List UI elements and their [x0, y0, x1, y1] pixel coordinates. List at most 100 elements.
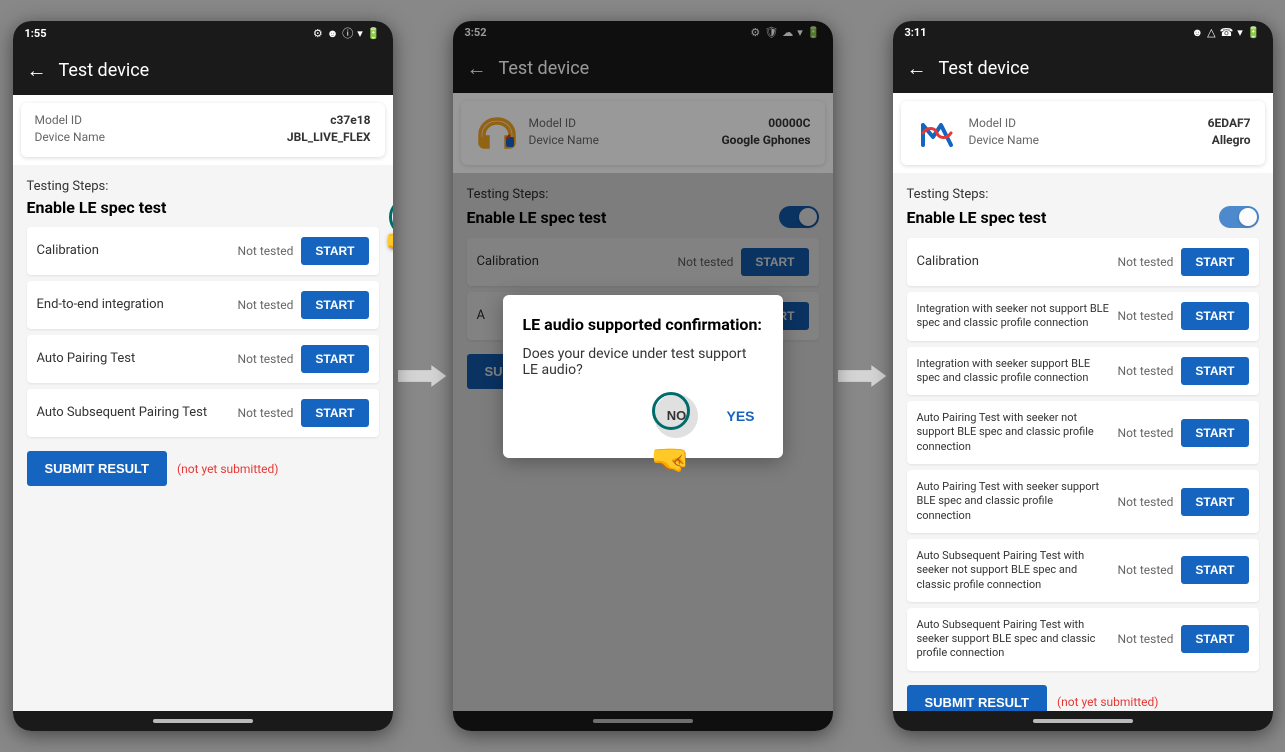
- app-bar-3: ← Test device: [893, 43, 1273, 93]
- time-1: 1:55: [25, 27, 47, 40]
- app-bar-1: ← Test device: [13, 45, 393, 95]
- settings-icon: ⚙: [313, 27, 323, 40]
- back-button-3[interactable]: ←: [907, 56, 927, 81]
- test-status-auto-pair-seeker-3: Not tested: [1118, 495, 1174, 509]
- status-icons-1: ⚙ ☻ ⓘ ▾ 🔋: [313, 25, 381, 41]
- start-button-sub-pair-seeker-3[interactable]: START: [1181, 625, 1248, 653]
- start-button-auto-pair-seeker-3[interactable]: START: [1181, 488, 1248, 516]
- battery-icon-3: 🔋: [1247, 26, 1261, 39]
- not-submitted-3: (not yet submitted): [1057, 695, 1159, 709]
- back-button-1[interactable]: ←: [27, 58, 47, 83]
- no-button-2[interactable]: NO: [654, 394, 698, 438]
- test-status-subsequent-1: Not tested: [238, 406, 294, 420]
- testing-steps-label-1: Testing Steps:: [27, 179, 379, 194]
- status-icons-3: ☻ △ ☎ ▾ 🔋: [1192, 26, 1261, 39]
- test-label-auto-pair-no-seeker-3: Auto Pairing Test with seeker not suppor…: [917, 411, 1110, 454]
- status-bar-3: 3:11 ☻ △ ☎ ▾ 🔋: [893, 21, 1273, 43]
- model-id-label-1: Model ID: [35, 113, 82, 127]
- info-icon: ⓘ: [342, 25, 353, 41]
- model-id-value-1: c37e18: [330, 113, 370, 127]
- model-id-row-3: Model ID 6EDAF7: [969, 116, 1251, 130]
- dialog-body-2: Does your device under test support LE a…: [523, 346, 763, 378]
- start-button-calibration-3[interactable]: START: [1181, 248, 1248, 276]
- device-card-3: Model ID 6EDAF7 Device Name Allegro: [901, 101, 1265, 165]
- yes-button-2[interactable]: YES: [718, 394, 762, 438]
- status-bar-1: 1:55 ⚙ ☻ ⓘ ▾ 🔋: [13, 21, 393, 45]
- model-id-row-1: Model ID c37e18: [35, 113, 371, 127]
- enable-le-title-3: Enable LE spec test: [907, 208, 1047, 227]
- dialog-overlay-2: LE audio supported confirmation: Does yo…: [453, 21, 833, 731]
- test-status-pairing-1: Not tested: [238, 352, 294, 366]
- dialog-title-2: LE audio supported confirmation:: [523, 315, 763, 334]
- wifi-icon-3: ▾: [1237, 26, 1243, 39]
- home-bar-line-3: [1033, 719, 1133, 723]
- warning-icon-3: △: [1207, 26, 1215, 39]
- enable-le-title-1: Enable LE spec test: [27, 198, 167, 217]
- testing-steps-label-3: Testing Steps:: [907, 187, 1259, 202]
- arrow-svg-1: [398, 361, 448, 391]
- test-row-int-seeker-3: Integration with seeker support BLE spec…: [907, 347, 1259, 396]
- screen-content-1: Testing Steps: Enable LE spec test Calib…: [13, 165, 393, 711]
- dialog-box-2: LE audio supported confirmation: Does yo…: [503, 295, 783, 458]
- start-button-subsequent-1[interactable]: START: [301, 399, 368, 427]
- device-card-1: Model ID c37e18 Device Name JBL_LIVE_FLE…: [21, 103, 385, 157]
- screen-content-3: Testing Steps: Enable LE spec test Calib…: [893, 173, 1273, 711]
- face-icon-3: ☻: [1192, 26, 1204, 39]
- device-name-label-1: Device Name: [35, 130, 106, 144]
- wifi-icon: ▾: [357, 27, 363, 40]
- touch-hand-1: 🤜: [385, 225, 393, 263]
- home-bar-line-1: [153, 719, 253, 723]
- test-row-e2e-1: End-to-end integration Not tested START: [27, 281, 379, 329]
- test-label-subsequent-1: Auto Subsequent Pairing Test: [37, 405, 230, 422]
- touch-ring-1: [389, 197, 393, 237]
- test-label-auto-pair-seeker-3: Auto Pairing Test with seeker support BL…: [917, 480, 1110, 523]
- test-status-auto-pair-no-seeker-3: Not tested: [1118, 426, 1174, 440]
- dialog-buttons-2: NO 🤜 YES: [523, 394, 763, 438]
- start-button-int-no-seeker-3[interactable]: START: [1181, 302, 1248, 330]
- test-row-sub-pair-no-seeker-3: Auto Subsequent Pairing Test with seeker…: [907, 539, 1259, 602]
- test-row-pairing-1: Auto Pairing Test Not tested START: [27, 335, 379, 383]
- model-id-label-3: Model ID: [969, 116, 1016, 130]
- start-button-calibration-1[interactable]: START: [301, 237, 368, 265]
- start-button-auto-pair-no-seeker-3[interactable]: START: [1181, 419, 1248, 447]
- test-row-calibration-1: Calibration Not tested START 🤜: [27, 227, 379, 275]
- home-bar-1: [13, 711, 393, 731]
- submit-row-3: SUBMIT RESULT (not yet submitted): [907, 685, 1259, 711]
- screens-container: 1:55 ⚙ ☻ ⓘ ▾ 🔋 ← Test device Model ID c3…: [0, 0, 1285, 752]
- submit-button-3[interactable]: SUBMIT RESULT: [907, 685, 1047, 711]
- submit-button-1[interactable]: SUBMIT RESULT: [27, 451, 167, 486]
- home-bar-3: [893, 711, 1273, 731]
- phone-screen-2: 3:52 ⚙ 🛡 ☁ ▾ 🔋 ← Test device: [453, 21, 833, 731]
- device-info-3: Model ID 6EDAF7 Device Name Allegro: [969, 116, 1251, 150]
- phone-screen-3: 3:11 ☻ △ ☎ ▾ 🔋 ← Test device: [893, 21, 1273, 731]
- enable-le-row-1: Enable LE spec test: [27, 198, 379, 217]
- test-row-sub-pair-seeker-3: Auto Subsequent Pairing Test with seeker…: [907, 608, 1259, 671]
- touch-hand-2: 🤜: [650, 440, 690, 478]
- enable-le-toggle-3[interactable]: [1219, 206, 1259, 228]
- test-label-sub-pair-seeker-3: Auto Subsequent Pairing Test with seeker…: [917, 618, 1110, 661]
- test-label-sub-pair-no-seeker-3: Auto Subsequent Pairing Test with seeker…: [917, 549, 1110, 592]
- test-status-sub-pair-no-seeker-3: Not tested: [1118, 563, 1174, 577]
- test-status-calibration-3: Not tested: [1118, 255, 1174, 269]
- test-label-int-seeker-3: Integration with seeker support BLE spec…: [917, 357, 1110, 386]
- test-label-int-no-seeker-3: Integration with seeker not support BLE …: [917, 302, 1110, 331]
- no-btn-wrapper: NO 🤜: [654, 394, 698, 438]
- test-status-int-seeker-3: Not tested: [1118, 364, 1174, 378]
- device-name-row-3: Device Name Allegro: [969, 133, 1251, 147]
- test-status-sub-pair-seeker-3: Not tested: [1118, 632, 1174, 646]
- start-button-e2e-1[interactable]: START: [301, 291, 368, 319]
- test-row-auto-pair-seeker-3: Auto Pairing Test with seeker support BL…: [907, 470, 1259, 533]
- m-icon-3: [915, 111, 959, 155]
- device-name-label-3: Device Name: [969, 133, 1040, 147]
- arrow-2: [833, 361, 893, 391]
- device-name-value-1: JBL_LIVE_FLEX: [287, 130, 371, 144]
- start-button-pairing-1[interactable]: START: [301, 345, 368, 373]
- device-name-row-1: Device Name JBL_LIVE_FLEX: [35, 130, 371, 144]
- start-button-int-seeker-3[interactable]: START: [1181, 357, 1248, 385]
- app-title-1: Test device: [59, 60, 150, 81]
- start-button-sub-pair-no-seeker-3[interactable]: START: [1181, 556, 1248, 584]
- test-status-e2e-1: Not tested: [238, 298, 294, 312]
- test-status-calibration-1: Not tested: [238, 244, 294, 258]
- submit-row-1: SUBMIT RESULT (not yet submitted): [27, 451, 379, 486]
- test-row-calibration-3: Calibration Not tested START: [907, 238, 1259, 286]
